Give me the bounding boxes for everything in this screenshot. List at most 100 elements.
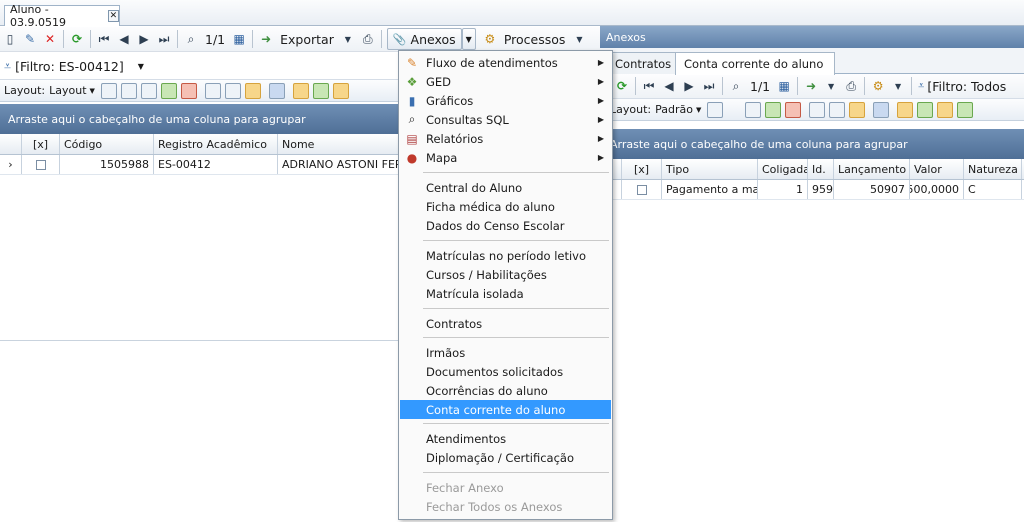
right-edit-layout-icon[interactable] — [849, 101, 866, 118]
row-checkbox[interactable] — [35, 159, 46, 170]
view-mode-3-icon[interactable] — [332, 82, 349, 99]
right-row-checkbox[interactable] — [636, 184, 647, 195]
right-columns-icon[interactable] — [745, 101, 762, 118]
filter-grid-icon[interactable] — [204, 82, 221, 99]
menu-item-atendimentos[interactable]: Atendimentos — [400, 429, 611, 448]
document-tab[interactable]: Aluno - 03.9.0519 ✕ — [4, 3, 120, 29]
right-binoculars-icon[interactable]: ⌕ — [726, 76, 746, 97]
right-export-dropdown-icon[interactable]: ▼ — [821, 76, 841, 97]
menu-item-ficha-medica[interactable]: Ficha médica do aluno — [400, 197, 611, 216]
right-import-layout-icon[interactable] — [765, 101, 782, 118]
filter-dropdown-icon[interactable]: ▼ — [138, 62, 144, 71]
menu-item-censo-escolar[interactable]: Dados do Censo Escolar — [400, 216, 611, 235]
right-previous-icon[interactable]: ◀ — [659, 76, 679, 97]
right-calendar-icon[interactable]: ▦ — [774, 76, 794, 97]
menu-item-mapa[interactable]: ● Mapa ▶ — [400, 148, 611, 167]
close-tab-icon[interactable]: ✕ — [107, 10, 119, 22]
calendar-icon[interactable]: ▦ — [229, 29, 249, 50]
col-select[interactable]: [x] — [22, 134, 60, 154]
right-filter-value[interactable]: [Filtro: Todos — [927, 79, 1006, 94]
menu-item-graficos[interactable]: ▮ Gráficos ▶ — [400, 91, 611, 110]
right-col-select[interactable]: [x] — [622, 159, 662, 179]
processos-button[interactable]: Processos — [500, 32, 570, 47]
view-mode-icon[interactable] — [292, 82, 309, 99]
sum-icon[interactable] — [224, 82, 241, 99]
right-gears-icon[interactable]: ⚙ — [868, 76, 888, 97]
export-icon[interactable]: ➜ — [256, 29, 276, 50]
processos-dropdown-icon[interactable]: ▼ — [569, 29, 589, 50]
menu-item-ged[interactable]: ❖ GED ▶ — [400, 72, 611, 91]
last-page-icon[interactable]: ⏭ — [154, 29, 174, 50]
menu-item-documentos-solicitados[interactable]: Documentos solicitados — [400, 362, 611, 381]
refresh-icon[interactable]: ⟳ — [67, 29, 87, 50]
menu-item-consultas-sql[interactable]: ⌕ Consultas SQL ▶ — [400, 110, 611, 129]
table-row[interactable]: › 1505988 ES-00412 ADRIANO ASTONI FERR — [0, 155, 400, 175]
menu-item-diplomacao[interactable]: Diplomação / Certificação — [400, 448, 611, 467]
edit-icon[interactable]: ✎ — [20, 29, 40, 50]
remove-layout-icon[interactable] — [180, 82, 197, 99]
right-filter-grid-icon[interactable] — [809, 101, 826, 118]
delete-icon[interactable]: ✕ — [40, 29, 60, 50]
row-checkbox-cell[interactable] — [22, 155, 60, 174]
menu-item-matricula-isolada[interactable]: Matrícula isolada — [400, 284, 611, 303]
menu-item-cursos-habilitacoes[interactable]: Cursos / Habilitações — [400, 265, 611, 284]
menu-item-central-aluno[interactable]: Central do Aluno — [400, 178, 611, 197]
anexos-button[interactable]: 📎 Anexos — [386, 28, 462, 50]
col-coligada[interactable]: Coligada — [758, 159, 808, 179]
col-natureza[interactable]: Natureza — [964, 159, 1022, 179]
right-chart-icon[interactable] — [873, 101, 890, 118]
columns-icon[interactable] — [140, 82, 157, 99]
right-layout-select[interactable]: Padrão ▼ — [655, 103, 701, 116]
menu-item-irmaos[interactable]: Irmãos — [400, 343, 611, 362]
export-dropdown-icon[interactable]: ▼ — [338, 29, 358, 50]
tab-conta-corrente[interactable]: Conta corrente do aluno — [675, 52, 835, 75]
save-layout-icon[interactable] — [100, 82, 117, 99]
right-next-icon[interactable]: ▶ — [679, 76, 699, 97]
col-nome[interactable]: Nome — [278, 134, 400, 154]
col-valor[interactable]: Valor — [910, 159, 964, 179]
export-button[interactable]: Exportar — [276, 32, 338, 47]
right-view-mode-icon[interactable] — [897, 101, 914, 118]
print-icon[interactable]: ⎙ — [358, 29, 378, 50]
anexos-dropdown-button[interactable]: ▼ — [461, 28, 476, 50]
right-print-icon[interactable]: ⎙ — [841, 76, 861, 97]
col-registro[interactable]: Registro Acadêmico — [154, 134, 278, 154]
menu-item-relatorios[interactable]: ▤ Relatórios ▶ — [400, 129, 611, 148]
edit-layout-icon[interactable] — [244, 82, 261, 99]
col-tipo[interactable]: Tipo — [662, 159, 758, 179]
right-view-mode-3-icon[interactable] — [937, 101, 954, 118]
tab-contratos[interactable]: Contratos — [606, 52, 681, 74]
first-page-icon[interactable]: ⏮ — [94, 29, 114, 50]
right-first-page-icon[interactable]: ⏮ — [639, 76, 659, 97]
left-filter-value[interactable]: [Filtro: ES-00412] — [15, 59, 124, 74]
gears-icon[interactable]: ⚙ — [480, 29, 500, 50]
right-view-mode-2-icon[interactable] — [917, 101, 934, 118]
new-record-icon[interactable]: ▯ — [0, 29, 20, 50]
right-remove-layout-icon[interactable] — [785, 101, 802, 118]
table-row[interactable]: › Pagamento a maior 1 959 50907 500,0000… — [600, 180, 1024, 200]
chart-icon[interactable] — [268, 82, 285, 99]
filter-icon[interactable]: ⩡ — [4, 58, 11, 74]
right-group-band[interactable]: Arraste aqui o cabeçalho de uma coluna p… — [600, 129, 1024, 159]
col-codigo[interactable]: Código — [60, 134, 154, 154]
right-sum-icon[interactable] — [829, 101, 846, 118]
right-export-icon[interactable]: ➜ — [801, 76, 821, 97]
right-refresh-icon[interactable]: ⟳ — [612, 76, 632, 97]
col-lancamento[interactable]: Lançamento — [834, 159, 910, 179]
menu-item-conta-corrente[interactable]: Conta corrente do aluno — [400, 400, 611, 419]
next-icon[interactable]: ▶ — [134, 29, 154, 50]
left-group-band[interactable]: Arraste aqui o cabeçalho de uma coluna p… — [0, 104, 400, 134]
layout-select[interactable]: Layout ▼ — [49, 84, 95, 97]
view-mode-2-icon[interactable] — [312, 82, 329, 99]
col-id[interactable]: Id. — [808, 159, 834, 179]
right-view-mode-4-icon[interactable] — [957, 101, 974, 118]
right-row-checkbox-cell[interactable] — [622, 180, 662, 199]
menu-item-matriculas-periodo[interactable]: Matrículas no período letivo — [400, 246, 611, 265]
import-layout-icon[interactable] — [160, 82, 177, 99]
menu-item-fluxo[interactable]: ✎ Fluxo de atendimentos ▶ — [400, 53, 611, 72]
binoculars-icon[interactable]: ⌕ — [181, 29, 201, 50]
save-as-layout-icon[interactable] — [120, 82, 137, 99]
right-filter-icon[interactable]: ⩡ — [918, 79, 924, 93]
right-save-layout-icon[interactable] — [707, 101, 724, 118]
previous-icon[interactable]: ◀ — [114, 29, 134, 50]
